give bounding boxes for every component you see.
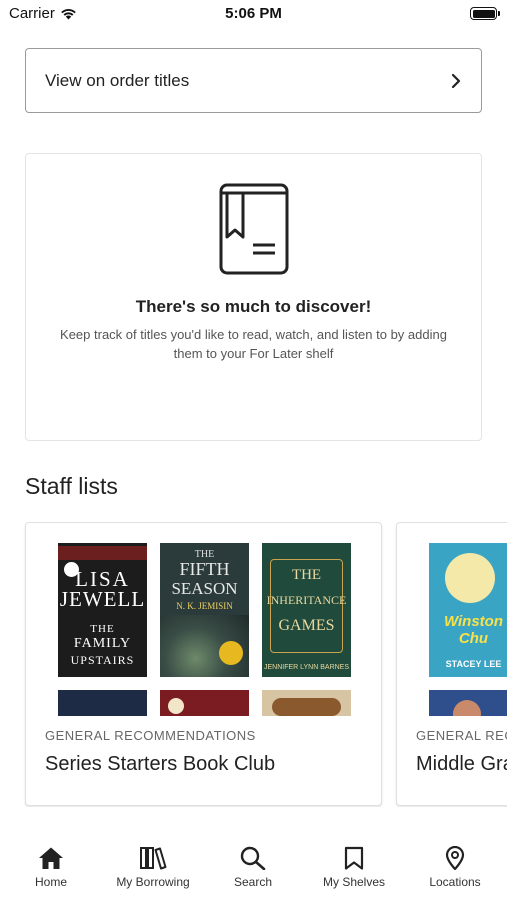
book-cover[interactable]: [262, 690, 351, 716]
book-icon: [219, 183, 289, 275]
tab-label: Locations: [429, 875, 481, 889]
list-category: GENERAL RECOMMENDATIONS: [45, 728, 256, 743]
cover-text: INHERITANCE: [266, 593, 347, 607]
tab-my-shelves[interactable]: My Shelves: [304, 846, 404, 889]
cover-text: JENNIFER LYNN BARNES: [263, 664, 350, 671]
location-pin-icon: [445, 846, 465, 870]
cover-text: FAMILY: [73, 636, 132, 651]
book-covers: LISA JEWELL THE FAMILY UPSTAIRS THE FIFT…: [26, 523, 381, 716]
home-icon: [39, 847, 63, 869]
staff-lists-carousel[interactable]: LISA JEWELL THE FAMILY UPSTAIRS THE FIFT…: [0, 522, 507, 807]
book-cover[interactable]: [160, 690, 249, 716]
status-bar: Carrier 5:06 PM: [0, 0, 507, 28]
list-title: Series Starters Book Club: [45, 753, 276, 775]
status-time: 5:06 PM: [225, 5, 282, 22]
books-icon: [140, 847, 167, 870]
book-covers: Winston Chu STACEY LEE: [397, 523, 507, 716]
view-on-order-titles-button[interactable]: View on order titles: [25, 48, 482, 113]
tab-my-borrowing[interactable]: My Borrowing: [103, 846, 203, 889]
cover-text: THE: [90, 623, 115, 635]
search-icon: [240, 846, 266, 870]
cover-text: N. K. JEMISIN: [176, 601, 233, 611]
tab-label: My Shelves: [322, 875, 386, 889]
cover-text: STACEY LEE: [445, 659, 502, 669]
book-cover[interactable]: [429, 690, 507, 716]
chevron-right-icon: [451, 73, 461, 88]
cover-text: Winston Chu: [443, 613, 504, 647]
cover-text: FIFTH: [179, 559, 230, 579]
list-category: GENERAL RECOMMENDATIONS: [416, 728, 507, 743]
cover-text: THE: [291, 567, 322, 583]
cover-text: SEASON: [171, 579, 238, 598]
staff-lists-heading: Staff lists: [25, 473, 118, 499]
book-cover[interactable]: THE FIFTH SEASON N. K. JEMISIN: [160, 543, 249, 677]
tab-search[interactable]: Search: [203, 846, 303, 889]
book-cover[interactable]: LISA JEWELL THE FAMILY UPSTAIRS: [58, 543, 147, 677]
tab-locations[interactable]: Locations: [405, 846, 505, 889]
cover-text: JEWELL: [59, 587, 146, 611]
book-cover[interactable]: [58, 690, 147, 716]
list-title: Middle Grade: [416, 753, 507, 775]
tab-label: My Borrowing: [116, 875, 190, 889]
tab-home[interactable]: Home: [1, 846, 101, 889]
book-cover[interactable]: Winston Chu STACEY LEE: [429, 543, 507, 677]
empty-state-description: Keep track of titles you'd like to read,…: [60, 327, 447, 361]
for-later-empty-state-card: There's so much to discover! Keep track …: [25, 153, 482, 441]
cover-text: UPSTAIRS: [70, 653, 135, 667]
staff-list-card[interactable]: LISA JEWELL THE FAMILY UPSTAIRS THE FIFT…: [25, 522, 382, 806]
view-on-order-titles-label: View on order titles: [45, 70, 190, 90]
bookmark-icon: [344, 846, 364, 870]
empty-state-title: There's so much to discover!: [135, 297, 372, 316]
staff-list-card[interactable]: Winston Chu STACEY LEE GENERAL RECOMMEND…: [396, 522, 507, 806]
tab-label: Search: [233, 875, 273, 889]
book-cover[interactable]: THE INHERITANCE GAMES JENNIFER LYNN BARN…: [262, 543, 351, 677]
tab-label: Home: [34, 875, 67, 889]
tab-bar: Home My Borrowing Search My Shelves Loca…: [0, 834, 507, 900]
cover-text: GAMES: [278, 617, 335, 634]
battery-icon: [470, 7, 500, 20]
